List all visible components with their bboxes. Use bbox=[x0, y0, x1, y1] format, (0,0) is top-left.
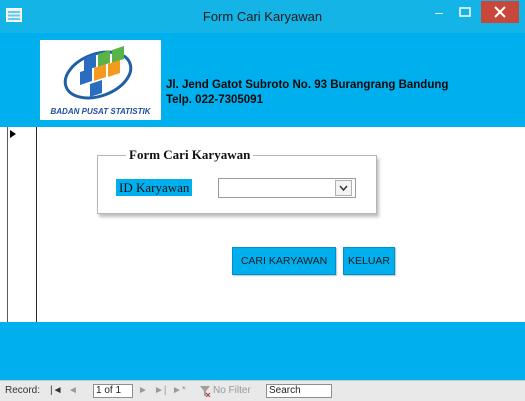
phone-line: Telp. 022-7305091 bbox=[166, 94, 263, 106]
id-karyawan-value bbox=[219, 183, 222, 195]
close-button[interactable] bbox=[481, 1, 519, 23]
no-filter-button[interactable]: No Filter bbox=[213, 385, 251, 397]
office-address: Jl. Jend Gatot Subroto No. 93 Burangrang… bbox=[166, 78, 448, 108]
address-line: Jl. Jend Gatot Subroto No. 93 Burangrang… bbox=[166, 79, 449, 91]
keluar-button[interactable]: KELUAR bbox=[343, 247, 395, 275]
group-box-title: Form Cari Karyawan bbox=[126, 147, 254, 163]
last-record-button[interactable]: ►| bbox=[154, 385, 167, 397]
record-search-input[interactable]: Search bbox=[266, 384, 332, 398]
bps-logo: BADAN PUSAT STATISTIK bbox=[40, 40, 161, 120]
id-karyawan-label: ID Karyawan bbox=[116, 179, 193, 196]
cari-karyawan-button[interactable]: CARI KARYAWAN bbox=[232, 247, 336, 275]
minimize-button[interactable]: – bbox=[428, 4, 450, 24]
first-record-button[interactable]: |◄ bbox=[50, 385, 63, 397]
close-icon bbox=[494, 6, 506, 18]
filter-icon bbox=[200, 386, 211, 397]
form-header: BADAN PUSAT STATISTIK Jl. Jend Gatot Sub… bbox=[0, 33, 525, 127]
previous-record-button[interactable]: ◄ bbox=[68, 385, 78, 397]
bps-logo-icon: BADAN PUSAT STATISTIK bbox=[51, 46, 152, 116]
record-label: Record: bbox=[5, 385, 41, 396]
record-navigation-bar: Record: |◄ ◄ 1 of 1 ► ►| ►* No Filter Se… bbox=[0, 380, 525, 401]
next-record-button[interactable]: ► bbox=[138, 385, 148, 397]
maximize-button[interactable] bbox=[454, 4, 476, 24]
dropdown-button[interactable] bbox=[335, 180, 352, 196]
chevron-down-icon bbox=[339, 185, 348, 192]
current-record-arrow-icon bbox=[10, 130, 16, 138]
current-record-field[interactable]: 1 of 1 bbox=[93, 384, 133, 398]
record-selector[interactable] bbox=[8, 127, 37, 323]
logo-text: BADAN PUSAT STATISTIK bbox=[51, 107, 152, 116]
form-footer bbox=[0, 322, 525, 380]
new-record-button[interactable]: ►* bbox=[172, 385, 186, 397]
